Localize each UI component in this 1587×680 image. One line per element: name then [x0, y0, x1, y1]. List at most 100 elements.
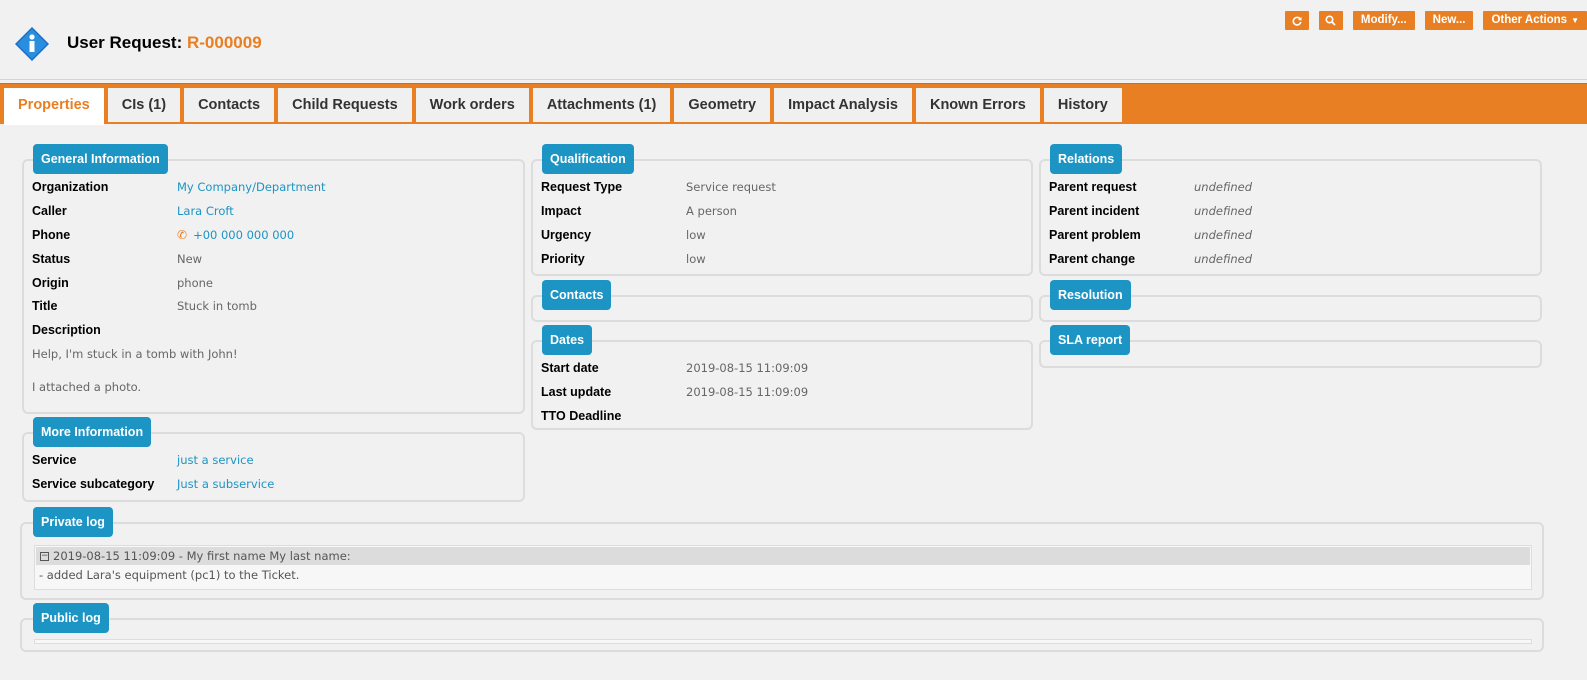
- priority-value: low: [686, 252, 706, 266]
- service-label: Service: [32, 453, 77, 467]
- last-update-label: Last update: [541, 385, 612, 399]
- service-subcategory-link[interactable]: Just a subservice: [177, 474, 274, 494]
- action-bar: Modify... New... Other Actions ▼: [1284, 11, 1587, 30]
- description-row: Description: [32, 320, 101, 340]
- status-label: Status: [32, 252, 71, 266]
- public-log-entries: [34, 639, 1532, 644]
- tab-geometry[interactable]: Geometry: [674, 88, 771, 122]
- tab-history[interactable]: History: [1043, 88, 1122, 122]
- tab-attachments[interactable]: Attachments (1): [532, 88, 671, 122]
- description-label: Description: [32, 323, 101, 337]
- organization-link[interactable]: My Company/Department: [177, 177, 326, 197]
- caller-link[interactable]: Lara Croft: [177, 201, 234, 221]
- last-update-row: Last update 2019-08-15 11:09:09: [541, 382, 808, 402]
- parent-request-label: Parent request: [1049, 180, 1137, 194]
- status-value: New: [177, 252, 203, 266]
- sla-report-legend: SLA report: [1050, 325, 1131, 355]
- sla-report-section: SLA report: [1039, 325, 1542, 368]
- status-row: Status New: [32, 249, 202, 269]
- urgency-value: low: [686, 228, 706, 242]
- urgency-row: Urgency low: [541, 225, 706, 245]
- request-type-value: Service request: [686, 180, 776, 194]
- caret-down-icon: ▼: [1571, 16, 1579, 25]
- request-ref: R-000009: [186, 33, 262, 52]
- private-log-legend: Private log: [33, 507, 113, 537]
- refresh-button[interactable]: [1284, 11, 1309, 30]
- resolution-legend: Resolution: [1050, 280, 1131, 310]
- log-entry-title: 2019-08-15 11:09:09 - My first name My l…: [53, 549, 351, 563]
- service-subcategory-label: Service subcategory: [32, 477, 155, 491]
- log-entry-header[interactable]: −2019-08-15 11:09:09 - My first name My …: [36, 547, 1530, 565]
- refresh-icon: [1292, 16, 1302, 26]
- parent-change-row: Parent change undefined: [1049, 249, 1252, 269]
- tab-properties[interactable]: Properties: [4, 88, 104, 125]
- tto-deadline-label: TTO Deadline: [541, 409, 622, 423]
- tab-contacts[interactable]: Contacts: [184, 88, 275, 122]
- phone-number: +00 000 000 000: [193, 228, 295, 242]
- origin-value: phone: [177, 276, 213, 290]
- title-label: Title: [32, 299, 58, 313]
- qualification-section: Qualification Request Type Service reque…: [531, 144, 1033, 276]
- priority-row: Priority low: [541, 249, 706, 269]
- caller-row: Caller Lara Croft: [32, 201, 234, 221]
- search-button[interactable]: [1318, 11, 1343, 30]
- start-date-label: Start date: [541, 361, 599, 375]
- dates-legend: Dates: [542, 325, 593, 355]
- tab-work-orders[interactable]: Work orders: [415, 88, 529, 122]
- organization-row: Organization My Company/Department: [32, 177, 326, 197]
- impact-label: Impact: [541, 204, 582, 218]
- origin-label: Origin: [32, 276, 69, 290]
- urgency-label: Urgency: [541, 228, 592, 242]
- phone-link[interactable]: ✆ +00 000 000 000: [177, 225, 294, 245]
- general-information-section: General Information Organization My Comp…: [22, 144, 525, 414]
- new-button[interactable]: New...: [1424, 11, 1474, 30]
- search-icon: [1325, 15, 1337, 26]
- service-subcategory-row: Service subcategory Just a subservice: [32, 474, 274, 494]
- contacts-section: Contacts: [531, 280, 1033, 322]
- request-type-row: Request Type Service request: [541, 177, 776, 197]
- origin-row: Origin phone: [32, 273, 213, 293]
- parent-request-value: undefined: [1194, 180, 1253, 194]
- parent-request-row: Parent request undefined: [1049, 177, 1252, 197]
- service-link[interactable]: just a service: [177, 450, 254, 470]
- public-log-legend: Public log: [33, 603, 109, 633]
- tab-cis[interactable]: CIs (1): [107, 88, 181, 122]
- parent-incident-label: Parent incident: [1049, 204, 1140, 218]
- parent-change-label: Parent change: [1049, 252, 1136, 266]
- last-update-value: 2019-08-15 11:09:09: [686, 385, 809, 399]
- more-information-legend: More Information: [33, 417, 152, 447]
- impact-value: A person: [686, 204, 737, 218]
- impact-row: Impact A person: [541, 201, 737, 221]
- priority-label: Priority: [541, 252, 585, 266]
- tab-known-errors[interactable]: Known Errors: [915, 88, 1040, 122]
- tab-bar: Properties CIs (1) Contacts Child Reques…: [0, 83, 1587, 125]
- page-title-prefix: User Request:: [67, 33, 187, 52]
- public-log-section: Public log: [20, 603, 1544, 652]
- description-line-2: I attached a photo.: [32, 380, 142, 394]
- collapse-icon[interactable]: −: [40, 552, 49, 561]
- other-actions-button[interactable]: Other Actions ▼: [1483, 11, 1587, 30]
- service-row: Service just a service: [32, 450, 254, 470]
- more-information-section: More Information Service just a service …: [22, 417, 525, 502]
- caller-label: Caller: [32, 204, 67, 218]
- general-information-legend: General Information: [33, 144, 168, 174]
- private-log-entries: −2019-08-15 11:09:09 - My first name My …: [34, 545, 1532, 590]
- page-title: User Request: R-000009: [67, 33, 262, 53]
- resolution-section: Resolution: [1039, 280, 1542, 322]
- page-header: User Request: R-000009 Modify... New... …: [0, 0, 1587, 80]
- other-actions-label: Other Actions: [1491, 14, 1568, 26]
- tab-impact-analysis[interactable]: Impact Analysis: [774, 88, 912, 122]
- start-date-value: 2019-08-15 11:09:09: [686, 361, 809, 375]
- parent-problem-row: Parent problem undefined: [1049, 225, 1252, 245]
- parent-problem-value: undefined: [1194, 228, 1253, 242]
- info-icon: [15, 27, 49, 61]
- title-row: Title Stuck in tomb: [32, 296, 257, 316]
- relations-legend: Relations: [1050, 144, 1123, 174]
- parent-change-value: undefined: [1194, 252, 1253, 266]
- log-entry-body: - added Lara's equipment (pc1) to the Ti…: [39, 568, 300, 582]
- modify-button[interactable]: Modify...: [1352, 11, 1415, 30]
- tab-child-requests[interactable]: Child Requests: [278, 88, 412, 122]
- dates-section: Dates Start date 2019-08-15 11:09:09 Las…: [531, 325, 1033, 430]
- parent-incident-value: undefined: [1194, 204, 1253, 218]
- relations-section: Relations Parent request undefined Paren…: [1039, 144, 1542, 276]
